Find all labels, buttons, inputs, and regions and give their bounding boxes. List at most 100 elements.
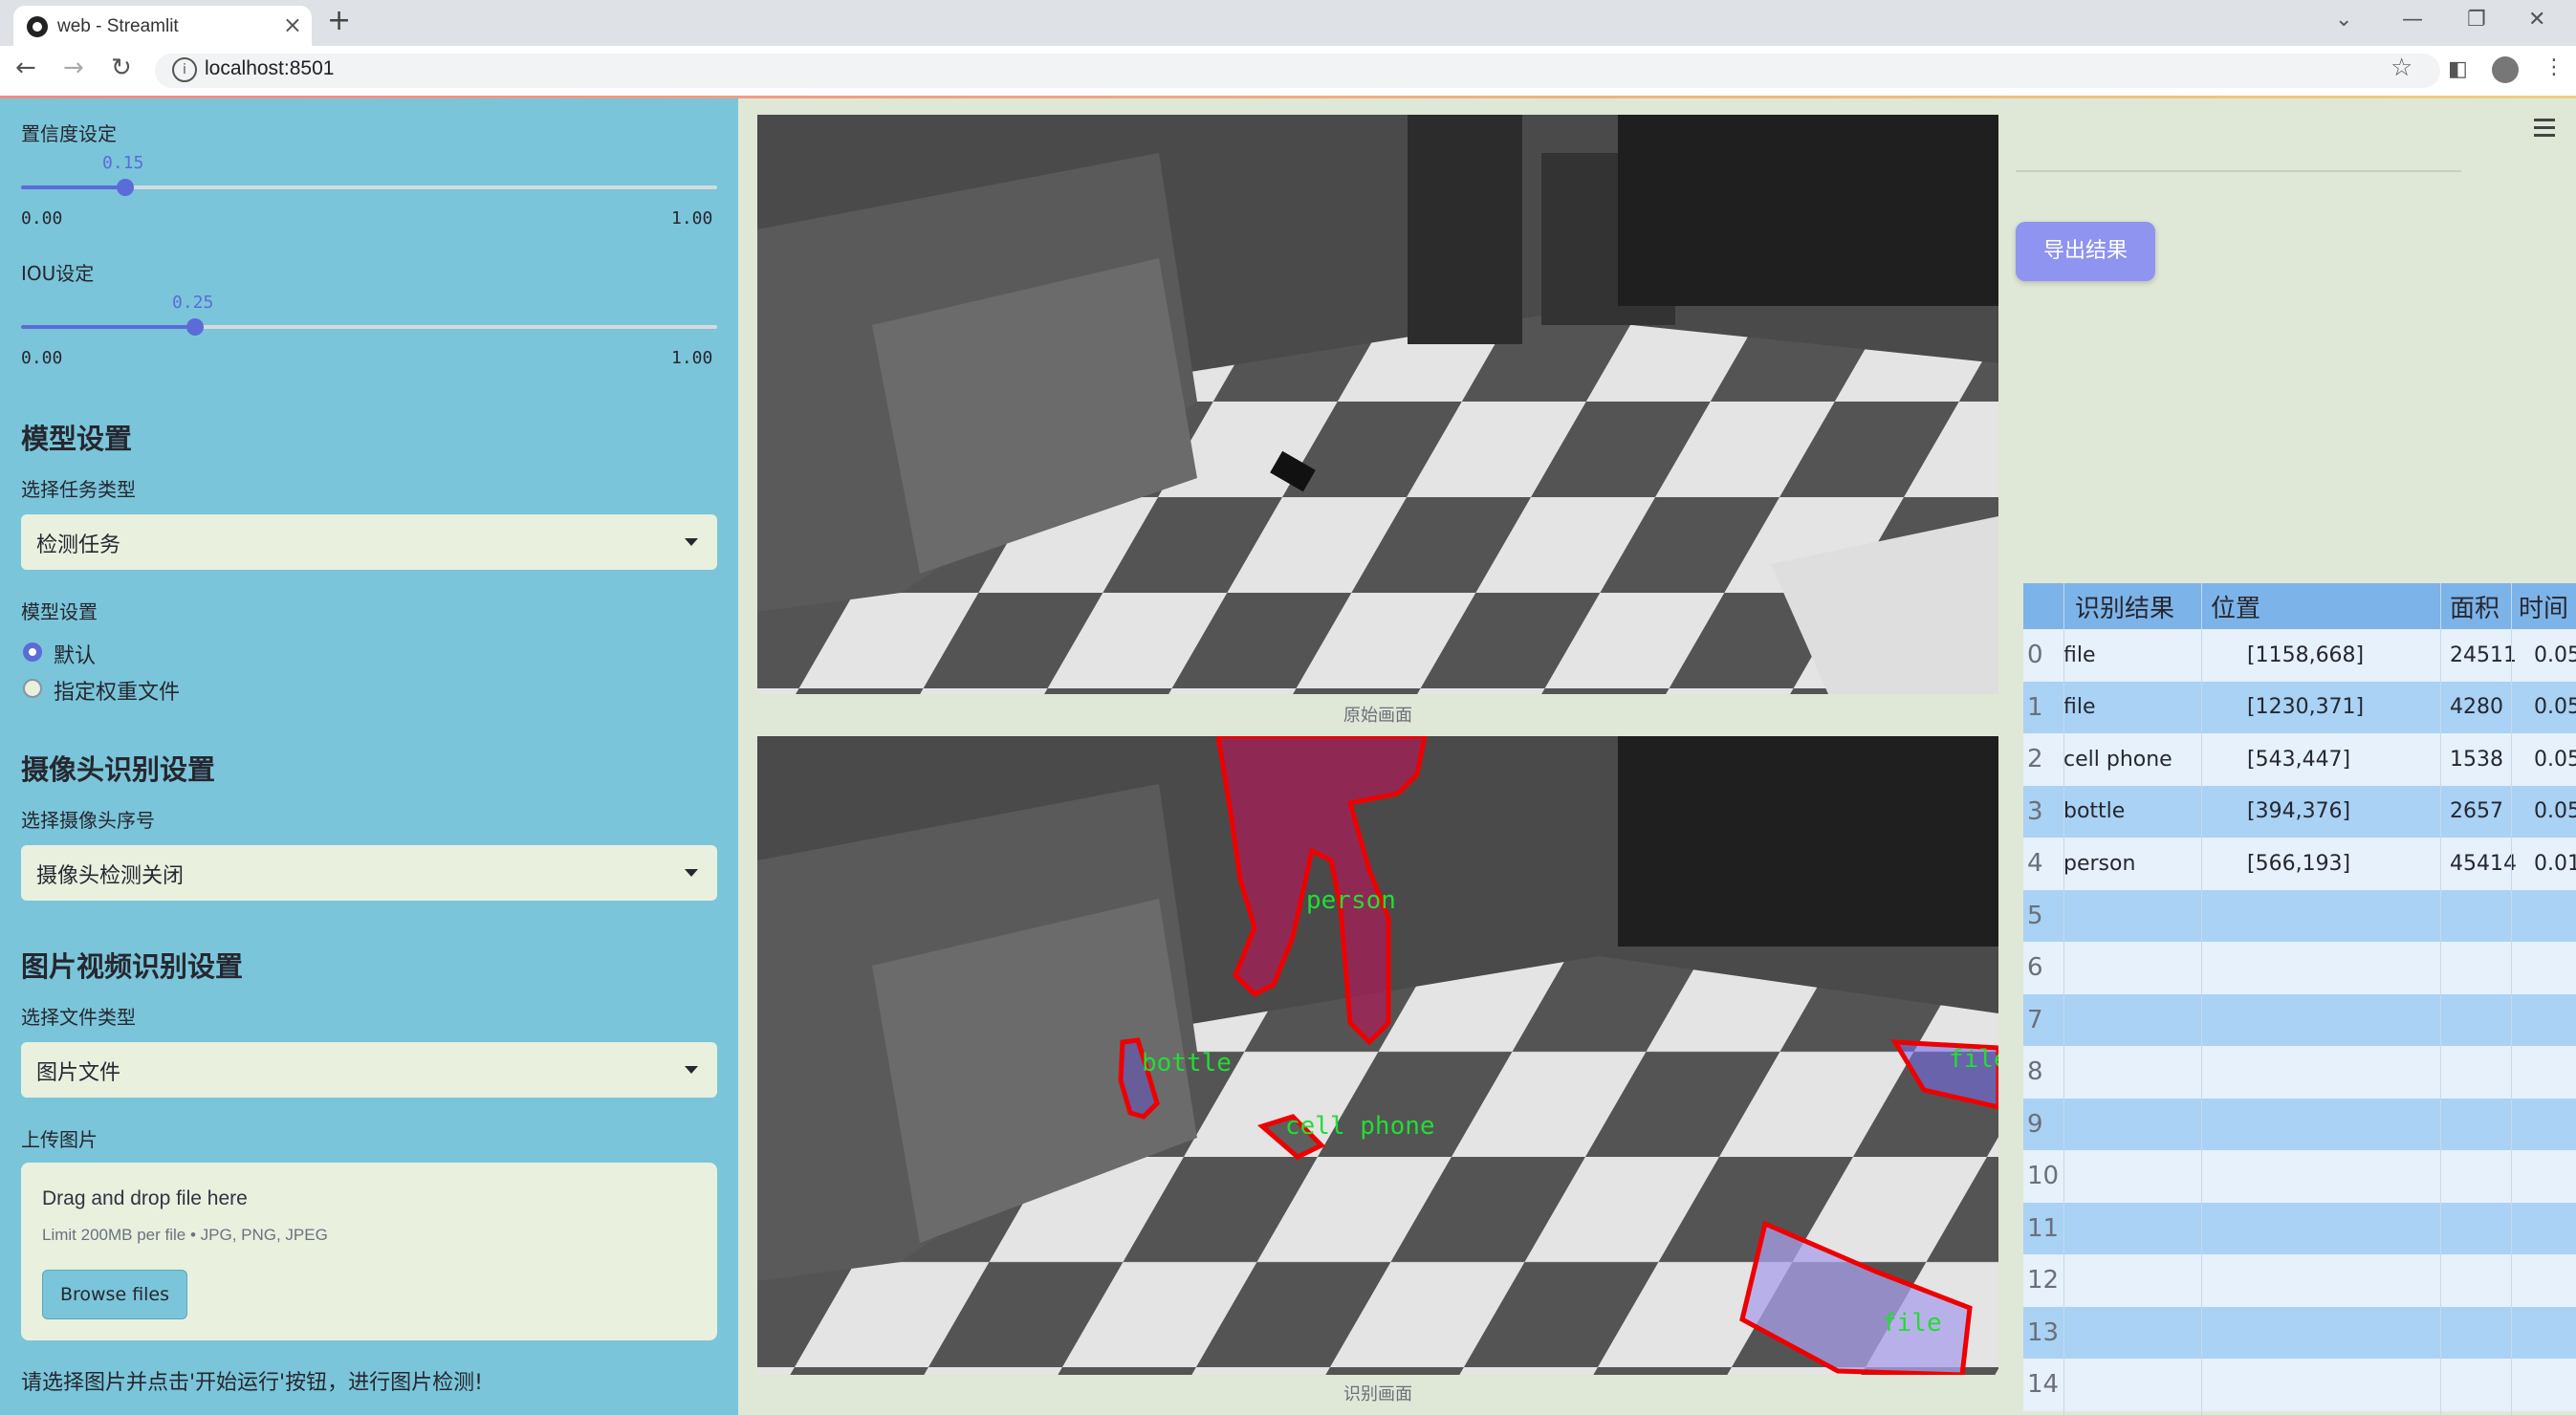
upload-label: 上传图片	[21, 1128, 98, 1151]
row-index: 4	[2027, 849, 2043, 879]
header-position[interactable]: 位置	[2211, 583, 2260, 629]
iou-value: 0.25	[172, 293, 214, 313]
cell-area: 2657	[2450, 799, 2503, 824]
table-body: 0 file [1158,668] 24511 0.05 1 file [1230,371] 4…	[2023, 629, 2576, 1411]
camera-section-title: 摄像头识别设置	[21, 753, 216, 786]
chevron-down-icon	[685, 1066, 698, 1074]
table-row: 0 file [1158,668] 24511 0.05	[2023, 629, 2576, 682]
table-row: 9	[2023, 1098, 2576, 1150]
chevron-down-icon	[685, 869, 698, 877]
new-tab-icon[interactable]: +	[327, 4, 351, 37]
cell-area: 45414	[2450, 851, 2517, 876]
divider	[2016, 170, 2461, 172]
iou-slider-thumb[interactable]	[186, 318, 204, 336]
original-caption: 原始画面	[1343, 706, 1412, 726]
header-time[interactable]: 时间	[2519, 583, 2568, 629]
file-type-label: 选择文件类型	[21, 1006, 136, 1029]
model-setting-label: 模型设置	[21, 600, 98, 623]
table-row: 5	[2023, 889, 2576, 942]
task-type-label: 选择任务类型	[21, 478, 136, 501]
browse-files-button[interactable]: Browse files	[42, 1270, 187, 1319]
column-divider	[2201, 583, 2202, 1415]
browser-tab[interactable]: web - Streamlit ×	[13, 6, 312, 46]
task-type-select[interactable]: 检测任务	[21, 514, 717, 570]
app-menu-icon[interactable]	[2534, 119, 2555, 142]
model-section-title: 模型设置	[21, 423, 133, 455]
instruction-hint: 请选择图片并点击'开始运行'按钮，进行图片检测!	[21, 1371, 483, 1395]
tab-close-icon[interactable]: ×	[283, 11, 302, 38]
cell-time: 0.05	[2534, 747, 2576, 772]
table-row: 13	[2023, 1306, 2576, 1359]
cell-time: 0.05	[2534, 695, 2576, 720]
header-result[interactable]: 识别结果	[2075, 583, 2174, 629]
tab-title: web - Streamlit	[57, 16, 179, 36]
bookmark-star-icon[interactable]: ☆	[2390, 54, 2412, 82]
tab-list-chevron-icon[interactable]: ⌄	[2335, 8, 2352, 32]
radio-default-label: 默认	[54, 644, 97, 668]
address-bar[interactable]	[155, 54, 2440, 88]
export-results-button[interactable]: 导出结果	[2016, 222, 2155, 281]
table-row: 3 bottle [394,376] 2657 0.05	[2023, 785, 2576, 838]
row-index: 7	[2027, 1005, 2043, 1034]
file-type-select[interactable]: 图片文件	[21, 1042, 717, 1098]
camera-index-value: 摄像头检测关闭	[36, 864, 185, 888]
radio-custom-weights[interactable]	[23, 679, 42, 698]
confidence-value: 0.15	[102, 153, 144, 173]
header-area[interactable]: 面积	[2450, 583, 2500, 629]
file-section-title: 图片视频识别设置	[21, 950, 244, 983]
row-index: 6	[2027, 953, 2043, 983]
table-row: 4 person [566,193] 45414 0.01	[2023, 838, 2576, 890]
row-index: 14	[2027, 1370, 2060, 1400]
column-divider	[2440, 583, 2441, 1415]
browser-tab-bar	[0, 0, 2576, 46]
cell-result: person	[2063, 851, 2136, 876]
iou-min: 0.00	[21, 348, 63, 368]
iou-max: 1.00	[671, 348, 713, 368]
chevron-down-icon	[685, 538, 698, 546]
table-row: 1 file [1230,371] 4280 0.05	[2023, 681, 2576, 733]
reload-icon[interactable]: ↻	[111, 54, 132, 82]
iou-slider-fill	[21, 325, 195, 329]
profile-avatar-icon[interactable]	[2492, 56, 2519, 83]
cell-position: [394,376]	[2247, 799, 2351, 824]
restore-icon[interactable]: ❐	[2467, 8, 2486, 32]
radio-default[interactable]	[23, 642, 42, 662]
table-row: 14	[2023, 1359, 2576, 1411]
minimize-icon[interactable]: —	[2402, 8, 2423, 32]
table-row: 10	[2023, 1150, 2576, 1203]
cell-time: 0.01	[2534, 851, 2576, 876]
table-header-row: 识别结果 位置 面积 时间	[2023, 583, 2576, 629]
confidence-slider-fill	[21, 185, 126, 189]
confidence-max: 1.00	[671, 208, 713, 229]
confidence-min: 0.00	[21, 208, 63, 229]
site-info-icon[interactable]: i	[172, 57, 197, 82]
browser-menu-icon[interactable]: ⋮	[2543, 55, 2565, 79]
row-index: 5	[2027, 901, 2043, 930]
dropzone-title: Drag and drop file here	[42, 1187, 248, 1209]
table-row: 11	[2023, 1202, 2576, 1254]
camera-index-select[interactable]: 摄像头检测关闭	[21, 845, 717, 901]
row-index: 9	[2027, 1109, 2043, 1139]
result-scene: person bottle cell phone file file	[757, 736, 1998, 1375]
streamlit-favicon-icon	[27, 16, 48, 37]
camera-index-label: 选择摄像头序号	[21, 809, 155, 832]
confidence-label: 置信度设定	[21, 122, 117, 145]
file-type-value: 图片文件	[36, 1061, 121, 1085]
cell-phone-tag: cell phone	[1285, 1112, 1435, 1141]
back-icon[interactable]: ←	[15, 54, 36, 82]
side-panel-icon[interactable]: ◧	[2448, 57, 2468, 81]
url-text: localhost:8501	[205, 57, 335, 79]
radio-custom-weights-label: 指定权重文件	[54, 681, 181, 705]
row-index: 1	[2027, 692, 2043, 722]
result-caption: 识别画面	[1343, 1384, 1412, 1404]
file-tag-bottom: file	[1882, 1309, 1942, 1338]
bottle-tag: bottle	[1142, 1049, 1232, 1078]
results-table: 识别结果 位置 面积 时间 0 file [1158,668] 24511 0.05 1 f…	[2023, 583, 2576, 1411]
cell-result: bottle	[2063, 799, 2126, 824]
window-close-icon[interactable]: ✕	[2528, 8, 2545, 32]
cell-position: [1230,371]	[2247, 695, 2365, 720]
forward-icon[interactable]: →	[63, 54, 84, 82]
row-index: 8	[2027, 1057, 2043, 1087]
cell-time: 0.05	[2534, 799, 2576, 824]
table-row: 6	[2023, 942, 2576, 994]
